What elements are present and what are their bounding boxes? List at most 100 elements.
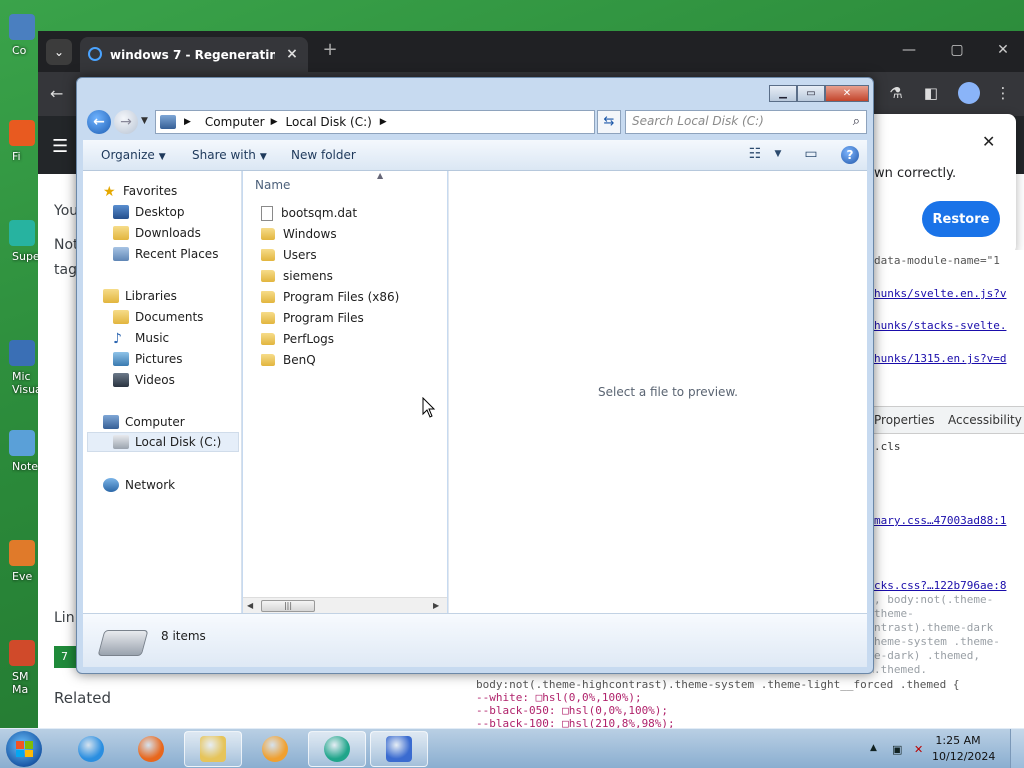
devtools-link[interactable]: hunks/stacks-svelte. [874,319,1006,332]
share-with-button[interactable]: Share with ▼ [192,148,267,162]
breadcrumb-separator[interactable]: ▶ [378,117,395,127]
breadcrumb-separator[interactable]: ▶ [271,117,286,127]
view-options-icon[interactable]: ☷ [745,146,765,164]
chevron-down-icon[interactable]: ▼ [768,149,788,167]
flask-icon[interactable]: ⚗ [886,84,906,104]
profile-avatar[interactable] [958,82,980,104]
nav-downloads[interactable]: Downloads [113,223,201,243]
taskbar-app-browser[interactable] [308,731,366,767]
taskbar-app-windows-explorer[interactable] [184,731,242,767]
help-icon[interactable]: ? [841,146,859,164]
taskbar-app-firefox[interactable] [122,731,180,767]
file-list-item[interactable]: Program Files (x86) [261,287,399,307]
scroll-left-icon[interactable]: ◀ [247,601,253,610]
file-list-item[interactable]: PerfLogs [261,329,334,349]
desktop-shortcut[interactable]: Co [4,14,40,60]
file-list-item[interactable]: Program Files [261,308,364,328]
folder-icon [261,270,275,282]
refresh-icon[interactable]: ⇆ [597,110,621,134]
desktop-shortcut[interactable]: Fi [4,120,40,166]
volume-muted-icon[interactable]: ✕ [914,743,923,756]
nav-local-disk[interactable]: Local Disk (C:) [87,432,239,452]
network-icon [103,478,119,492]
documents-icon [113,310,129,324]
kebab-menu-icon[interactable]: ⋮ [993,84,1013,104]
network-tray-icon[interactable]: ▣ [892,743,902,756]
close-icon[interactable]: ✕ [982,132,998,151]
preview-pane-icon[interactable]: ▭ [801,146,821,164]
file-list-item[interactable]: Users [261,245,317,265]
star-icon: ★ [103,184,116,200]
taskbar-app-internet-explorer[interactable] [62,731,120,767]
windows-explorer-icon [200,736,226,762]
show-desktop-button[interactable] [1010,729,1024,768]
devtools-link[interactable]: hunks/svelte.en.js?v [874,287,1006,300]
downloads-icon [113,226,129,240]
clock-date: 10/12/2024 [932,750,996,763]
nav-videos[interactable]: Videos [113,370,175,390]
nav-favorites[interactable]: ★ Favorites [103,181,177,201]
minimize-button[interactable]: — [894,39,924,61]
devtools-link[interactable]: hunks/1315.en.js?v=d [874,352,1006,365]
tab-accessibility[interactable]: Accessibility [948,413,1022,427]
browser-tab[interactable]: windows 7 - Regenerating a w × [80,37,308,72]
file-list-item[interactable]: bootsqm.dat [261,203,357,223]
chevron-down-icon[interactable]: ⌄ [46,39,72,65]
scroll-thumb[interactable]: ||| [261,600,315,612]
tab-properties[interactable]: Properties [874,413,935,427]
taskbar-app-tool[interactable] [370,731,428,767]
desktop-shortcut[interactable]: Note [4,430,40,476]
nav-libraries[interactable]: Libraries [103,286,177,306]
forward-arrow-icon[interactable]: → [114,110,138,134]
desktop-shortcut[interactable]: Supe [4,220,40,266]
search-input[interactable]: Search Local Disk (C:) ⌕ [625,110,867,134]
new-tab-button[interactable]: + [320,40,340,60]
libraries-icon [103,289,119,303]
file-name: Program Files [283,311,364,325]
close-tab-icon[interactable]: × [284,46,300,62]
close-window-button[interactable]: ✕ [988,39,1018,61]
cls-toggle[interactable]: .cls [874,440,901,453]
hamburger-icon[interactable]: ☰ [52,136,70,157]
restore-button[interactable]: Restore [922,201,1000,237]
preview-message: Select a file to preview. [598,385,738,399]
css-file-link[interactable]: mary.css…47003ad88:1 [874,514,1006,527]
desktop-shortcut[interactable]: Eve [4,540,40,586]
nav-desktop[interactable]: Desktop [113,202,185,222]
minimize-button[interactable]: ▁ [769,85,797,102]
horizontal-scrollbar[interactable]: ◀ ||| ▶ [243,597,447,613]
sidepanel-icon[interactable]: ◧ [921,84,941,104]
nav-music[interactable]: ♪ Music [113,328,169,348]
nav-documents[interactable]: Documents [113,307,203,327]
history-dropdown-icon[interactable]: ▼ [141,116,151,126]
clock[interactable]: 1:25 AM 10/12/2024 [932,733,996,765]
breadcrumb-computer[interactable]: Computer [205,115,265,129]
css-file-link[interactable]: cks.css?…122b796ae:8 [874,579,1006,592]
breadcrumb-local-disk[interactable]: Local Disk (C:) [286,115,372,129]
breadcrumb-separator[interactable]: ▶ [184,117,199,127]
start-button[interactable] [6,731,42,767]
nav-computer[interactable]: Computer [103,412,185,432]
organize-button[interactable]: Organize ▼ [101,148,166,162]
nav-network[interactable]: Network [103,475,175,495]
scroll-right-icon[interactable]: ▶ [433,601,439,610]
nav-pictures[interactable]: Pictures [113,349,183,369]
back-arrow-icon[interactable]: ← [50,84,70,104]
nav-recent-places[interactable]: Recent Places [113,244,218,264]
new-folder-button[interactable]: New folder [291,148,356,162]
taskbar-app-media-player[interactable] [246,731,304,767]
nav-label: Local Disk (C:) [135,435,222,449]
close-button[interactable]: ✕ [825,85,869,102]
column-header-name[interactable]: Name [255,178,290,192]
firefox-icon [138,736,164,762]
desktop-shortcut[interactable]: Mic Visua [4,340,42,396]
desktop-shortcut[interactable]: SM Ma [4,640,40,696]
maximize-button[interactable]: ▢ [942,39,972,61]
file-list-item[interactable]: siemens [261,266,333,286]
file-list-item[interactable]: Windows [261,224,337,244]
file-list-item[interactable]: BenQ [261,350,316,370]
address-bar[interactable]: ▶ Computer ▶ Local Disk (C:) ▶ ▼ [155,110,654,134]
maximize-button[interactable]: ▭ [797,85,825,102]
back-arrow-icon[interactable]: ← [87,110,111,134]
tray-expand-icon[interactable]: ▲ [870,743,877,753]
